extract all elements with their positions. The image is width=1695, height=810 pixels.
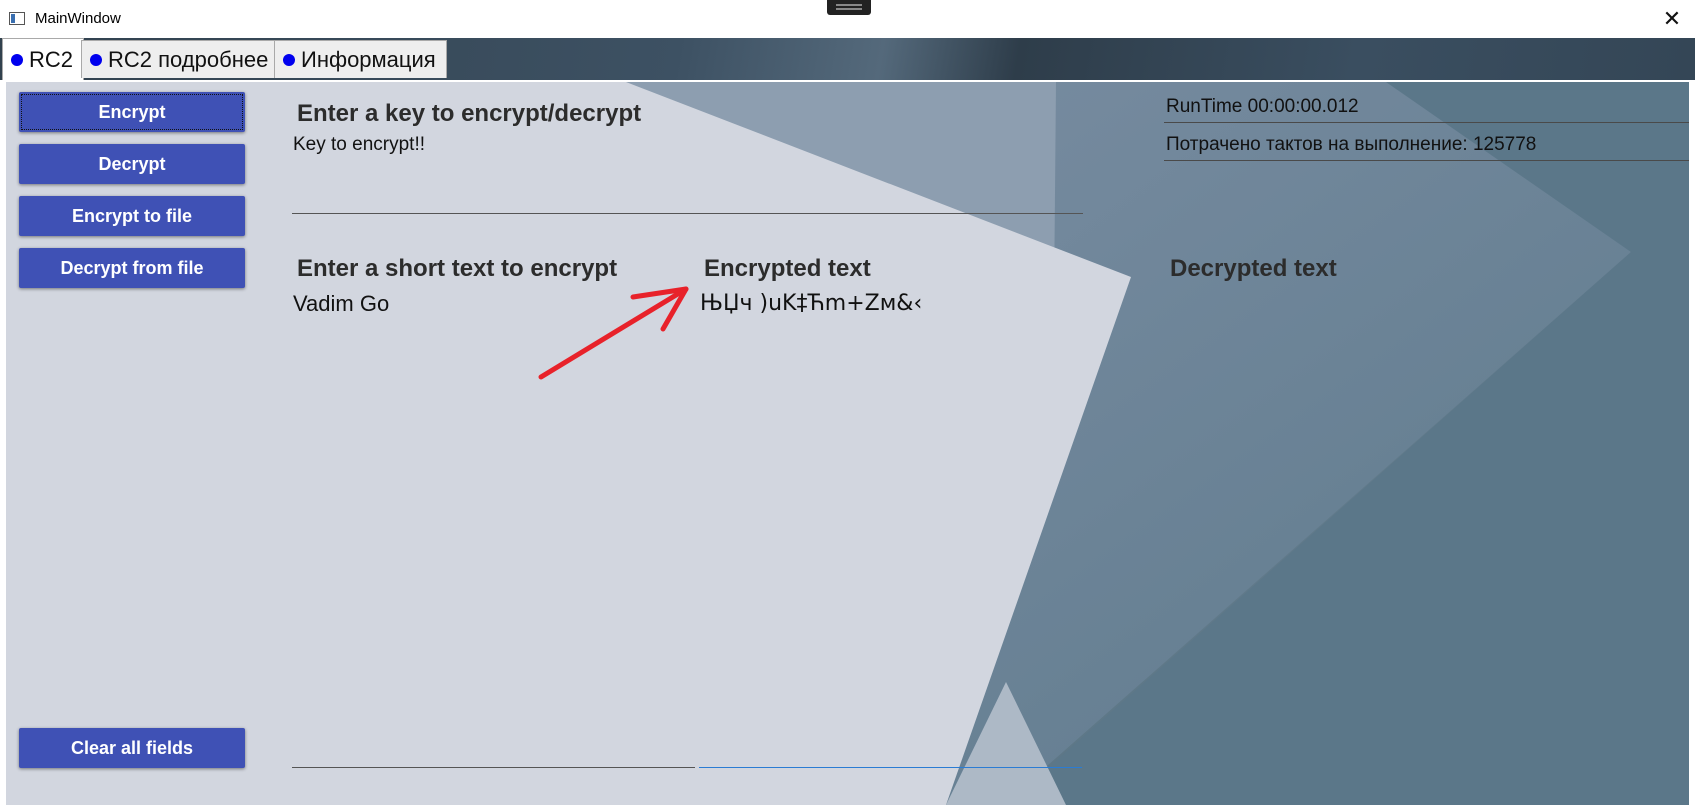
tab-content-panel: Encrypt Decrypt Encrypt to file Decrypt … <box>4 80 1691 807</box>
runtime-label: RunTime 00:00:00.012 <box>1166 96 1359 117</box>
key-input[interactable]: Key to encrypt!! <box>293 134 1083 218</box>
key-heading: Enter a key to encrypt/decrypt <box>297 100 642 127</box>
tab-strip: RC2 RC2 подробнее Информация <box>0 38 1695 80</box>
decrypt-from-file-button[interactable]: Decrypt from file <box>19 248 245 288</box>
encrypted-text-output[interactable]: ЊЏч )uK‡Ћm+Zм&‹ <box>700 291 1080 761</box>
tab-rc2[interactable]: RC2 <box>2 38 85 80</box>
runtime-separator <box>1164 122 1689 123</box>
ticks-label: Потрачено тактов на выполнение: 125778 <box>1166 134 1537 155</box>
encrypted-text-heading: Encrypted text <box>704 255 871 282</box>
tab-rc2-details[interactable]: RC2 подробнее <box>81 40 280 78</box>
plain-text-underline <box>292 767 695 768</box>
tab-label: Информация <box>301 46 436 72</box>
tab-dot-icon <box>90 53 102 66</box>
decrypted-text-heading: Decrypted text <box>1170 255 1337 282</box>
tab-label: RC2 <box>29 46 74 72</box>
key-input-underline <box>292 213 1083 214</box>
rc2-form: Encrypt Decrypt Encrypt to file Decrypt … <box>6 82 1689 805</box>
decrypt-button[interactable]: Decrypt <box>19 144 245 184</box>
tab-dot-icon <box>283 53 295 66</box>
drag-grip-handle[interactable] <box>827 0 871 15</box>
decrypted-text-output[interactable] <box>1166 291 1666 761</box>
tab-dot-icon <box>11 53 23 66</box>
tab-label: RC2 подробнее <box>108 46 269 72</box>
encrypt-to-file-button[interactable]: Encrypt to file <box>19 196 245 236</box>
encrypt-button[interactable]: Encrypt <box>19 92 245 132</box>
close-button[interactable]: ✕ <box>1649 0 1695 38</box>
red-arrow-icon <box>538 286 689 380</box>
title-bar: MainWindow ✕ <box>0 0 1695 39</box>
window-title: MainWindow <box>35 10 121 27</box>
tab-information[interactable]: Информация <box>274 40 447 78</box>
clear-all-fields-button[interactable]: Clear all fields <box>19 728 245 768</box>
ticks-separator <box>1164 160 1689 161</box>
encrypted-text-underline <box>699 767 1082 768</box>
app-window-icon <box>9 12 25 25</box>
